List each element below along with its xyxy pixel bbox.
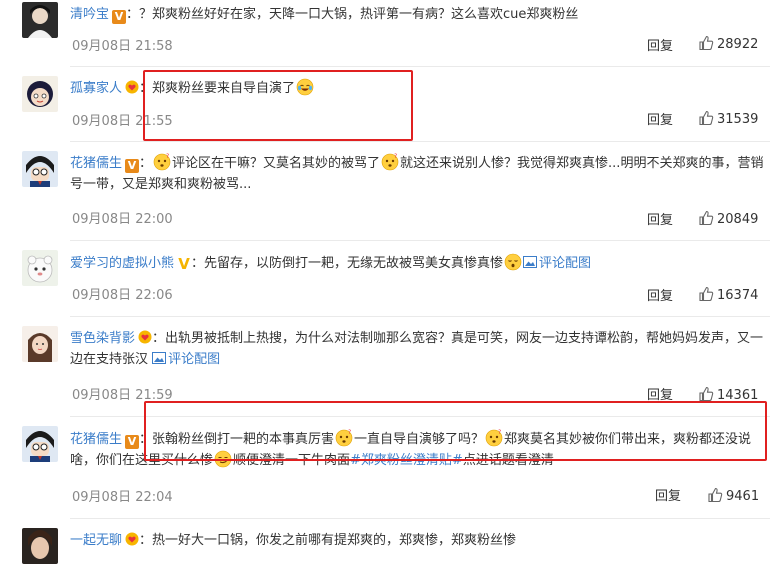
- heart-badge-icon: [125, 80, 139, 94]
- thumbs-up-icon: [699, 35, 714, 51]
- like-button[interactable]: 20849: [698, 210, 758, 227]
- comment-text: ：张翰粉丝倒打一耙的本事真厉害: [139, 432, 335, 447]
- comment-time: 09月08日 22:04: [72, 490, 173, 505]
- username[interactable]: 花猪儒生: [70, 432, 122, 447]
- divider: [70, 240, 770, 241]
- reply-button[interactable]: 回复: [647, 209, 673, 228]
- comment-time: 09月08日 21:59: [72, 388, 173, 403]
- like-count: 9461: [726, 489, 760, 504]
- avatar[interactable]: [22, 250, 58, 286]
- heart-badge-icon: [138, 330, 152, 344]
- comment-body: 孤寡家人 ：郑爽粉丝要来自导自演了: [70, 78, 764, 99]
- comment-text: 顺便澄清一下牛肉面: [233, 453, 351, 468]
- username[interactable]: 一起无聊: [70, 533, 122, 548]
- thumbs-up-icon: [699, 210, 714, 226]
- like-count: 31539: [717, 112, 759, 127]
- comment-body: 清吟宝 V ：？郑爽粉丝好好在家，天降一口大锅，热评第一有病？这么喜欢cue郑爽粉丝: [70, 4, 764, 25]
- avatar[interactable]: [22, 326, 58, 362]
- hashtag-link[interactable]: #郑爽粉丝澄清贴#: [350, 453, 463, 468]
- comment-text: 点进话题看澄清: [462, 453, 554, 468]
- image-icon: [152, 352, 167, 364]
- comment-text: ：热一好大一口锅，你发之前哪有提郑爽的，郑爽惨，郑爽粉丝惨: [139, 533, 517, 548]
- confused-emoji-icon: ?: [485, 429, 503, 447]
- avatar[interactable]: [22, 76, 58, 112]
- vip-badge-icon: V: [178, 255, 190, 273]
- avatar[interactable]: [22, 2, 58, 38]
- vip-badge-icon: V: [125, 159, 140, 173]
- like-count: 20849: [717, 212, 759, 227]
- comment-text: 评论区在干嘛？又莫名其妙的被骂了: [172, 156, 381, 171]
- comment-text: 一直自导自演够了吗？: [354, 432, 485, 447]
- divider: [70, 416, 770, 417]
- smirk-emoji-icon: [214, 450, 232, 468]
- like-button[interactable]: 31539: [698, 110, 758, 127]
- divider: [70, 66, 770, 67]
- comment-image-link[interactable]: 评论配图: [168, 352, 220, 367]
- username[interactable]: 孤寡家人: [70, 81, 122, 96]
- comment-time: 09月08日 22:06: [72, 288, 173, 303]
- comment-text: ：: [139, 156, 153, 171]
- comment-time: 09月08日 22:00: [72, 212, 173, 227]
- username[interactable]: 花猪儒生: [70, 156, 122, 171]
- like-button[interactable]: 14361: [698, 386, 758, 403]
- svg-text:?: ?: [166, 153, 169, 160]
- confused-emoji-icon: ?: [381, 153, 399, 171]
- username[interactable]: 雪色染背影: [70, 331, 135, 346]
- heart-badge-icon: [125, 532, 139, 546]
- image-icon: [523, 256, 538, 268]
- comment-body: 花猪儒生 V ：张翰粉丝倒打一耙的本事真厉害? 一直自导自演够了吗？? 郑爽莫名其妙被你…: [70, 429, 764, 471]
- sad-emoji-icon: [504, 253, 522, 271]
- vip-badge-icon: V: [125, 435, 140, 449]
- divider: [70, 316, 770, 317]
- svg-text:?: ?: [394, 153, 397, 160]
- like-button[interactable]: 16374: [698, 286, 758, 303]
- thumbs-up-icon: [699, 386, 714, 402]
- comment-text: ：？郑爽粉丝好好在家，天降一口大锅，热评第一有病？这么喜欢cue郑爽粉丝: [126, 7, 579, 22]
- confused-emoji-icon: ?: [153, 153, 171, 171]
- reply-button[interactable]: 回复: [647, 384, 673, 403]
- like-count: 16374: [717, 288, 759, 303]
- comment-body: 花猪儒生 V：? 评论区在干嘛？又莫名其妙的被骂了? 就这还来说别人惨？我觉得郑爽真惨…: [70, 153, 764, 195]
- confused-emoji-icon: ?: [335, 429, 353, 447]
- svg-text:?: ?: [348, 429, 351, 436]
- comment-time: 09月08日 21:58: [72, 39, 173, 54]
- divider: [70, 141, 770, 142]
- avatar[interactable]: [22, 151, 58, 187]
- comment-body: 一起无聊 ：热一好大一口锅，你发之前哪有提郑爽的，郑爽惨，郑爽粉丝惨: [70, 530, 764, 551]
- vip-badge-icon: V: [112, 10, 127, 24]
- thumbs-up-icon: [699, 110, 714, 126]
- comment-text: ：先留存，以防倒打一耙，无缘无故被骂美女真惨真惨: [191, 256, 504, 271]
- reply-button[interactable]: 回复: [647, 35, 673, 54]
- reply-button[interactable]: 回复: [655, 485, 681, 504]
- reply-button[interactable]: 回复: [647, 285, 673, 304]
- avatar[interactable]: [22, 426, 58, 462]
- comment-body: 雪色染背影 ：出轨男被抵制上热搜，为什么对法制咖那么宽容？真是可笑，网友一边支持谭…: [70, 328, 764, 370]
- comment-text: ：郑爽粉丝要来自导自演了: [139, 81, 296, 96]
- divider: [70, 518, 770, 519]
- like-count: 14361: [717, 388, 759, 403]
- comment-time: 09月08日 21:55: [72, 114, 173, 129]
- like-button[interactable]: 28922: [698, 35, 758, 52]
- svg-text:?: ?: [498, 429, 501, 436]
- username[interactable]: 清吟宝: [70, 7, 109, 22]
- username[interactable]: 爱学习的虚拟小熊: [70, 256, 174, 271]
- thumbs-up-icon: [699, 286, 714, 302]
- laugh-cry-emoji-icon: [296, 78, 314, 96]
- like-button[interactable]: 9461: [707, 487, 759, 504]
- comment-image-link[interactable]: 评论配图: [539, 256, 591, 271]
- thumbs-up-icon: [708, 487, 723, 503]
- like-count: 28922: [717, 37, 759, 52]
- comment-body: 爱学习的虚拟小熊 V：先留存，以防倒打一耙，无缘无故被骂美女真惨真惨 评论配图: [70, 253, 764, 274]
- reply-button[interactable]: 回复: [647, 109, 673, 128]
